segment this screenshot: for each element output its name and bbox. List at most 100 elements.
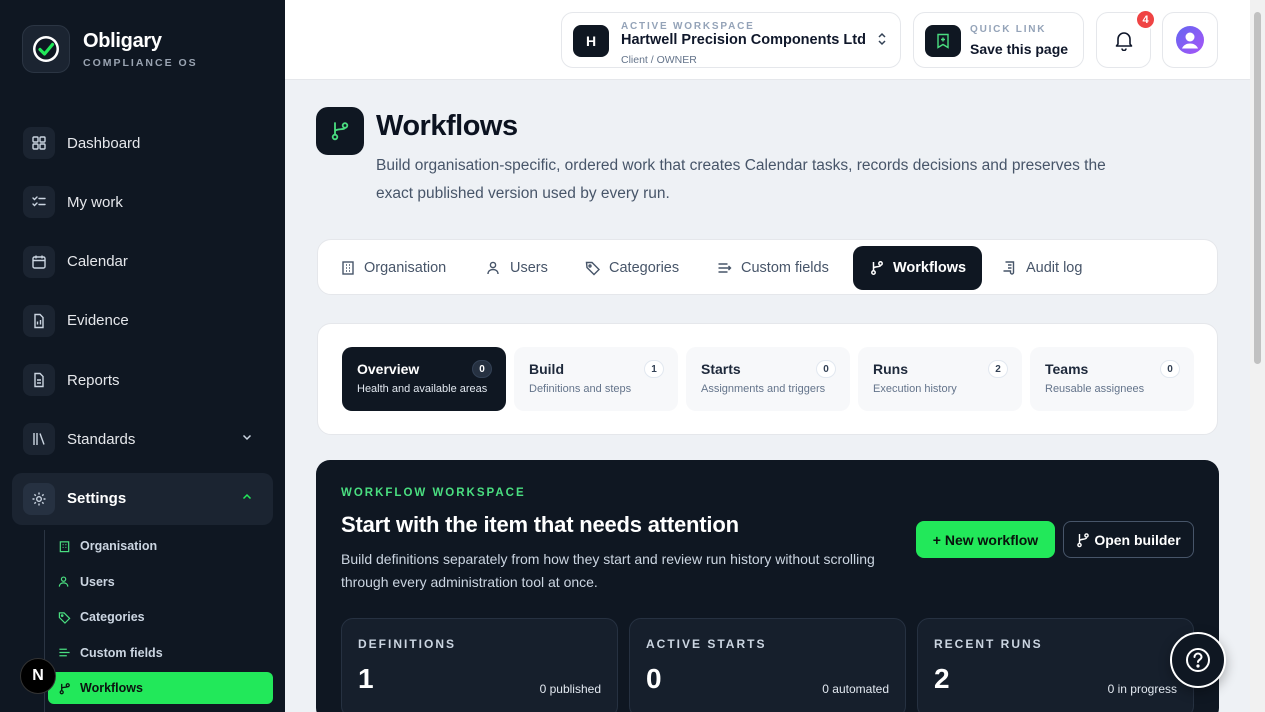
brand[interactable]: Obligary COMPLIANCE OS [22, 25, 198, 73]
workspace-switcher[interactable]: H ACTIVE WORKSPACE Hartwell Precision Co… [561, 12, 901, 68]
tab-label: Users [510, 260, 548, 276]
sidebar-item-reports[interactable]: Reports [12, 354, 273, 406]
section-title: Runs [873, 361, 908, 377]
brand-name: Obligary [83, 29, 162, 52]
chevron-updown-icon [876, 31, 888, 47]
quick-link-save[interactable]: QUICK LINK Save this page [913, 12, 1084, 68]
notifications-button[interactable]: 4 [1096, 9, 1156, 68]
sidebar-item-my-work[interactable]: My work [12, 176, 273, 228]
subnav-item-label: Custom fields [80, 645, 163, 660]
settings-subnav: Organisation Users Categories Custom fie… [48, 530, 273, 708]
stat-definitions: DEFINITIONS 1 0 published [341, 618, 618, 712]
section-title: Overview [357, 361, 420, 377]
sidebar-nav: Dashboard My work Calendar Evidence Repo… [12, 117, 273, 532]
sidebar-item-settings[interactable]: Settings [12, 472, 273, 525]
tab-organisation[interactable]: Organisation [324, 246, 462, 290]
sidebar-item-calendar[interactable]: Calendar [12, 236, 273, 288]
sidebar-item-label: Reports [67, 371, 120, 389]
open-builder-label: Open builder [1094, 531, 1181, 548]
tab-custom-fields[interactable]: Custom fields [701, 246, 845, 290]
tab-label: Audit log [1026, 260, 1083, 276]
section-count-badge: 1 [644, 360, 664, 378]
subnav-item-workflows[interactable]: Workflows [48, 672, 273, 705]
file-icon [23, 304, 55, 337]
logo-check-icon [22, 25, 70, 73]
quick-link-text: Save this page [970, 41, 1069, 57]
section-count-badge: 2 [988, 360, 1008, 378]
subnav-item-organisation[interactable]: Organisation [48, 530, 273, 562]
list-icon [58, 646, 74, 659]
workflow-workspace-panel: WORKFLOW WORKSPACE Start with the item t… [316, 460, 1219, 712]
checklist-icon [23, 186, 55, 219]
subnav-item-custom-fields[interactable]: Custom fields [48, 637, 273, 669]
building-icon [58, 540, 74, 553]
section-count-badge: 0 [472, 360, 492, 378]
stat-value: 1 [358, 663, 374, 694]
section-count-badge: 0 [1160, 360, 1180, 378]
tag-icon [58, 611, 74, 624]
subnav-item-label: Users [80, 574, 115, 589]
workflow-icon [58, 682, 74, 695]
section-subtitle: Definitions and steps [529, 383, 632, 395]
dev-tools-badge[interactable]: N [20, 658, 56, 694]
subnav-item-users[interactable]: Users [48, 566, 273, 598]
tab-label: Custom fields [741, 260, 829, 276]
stat-label: RECENT RUNS [934, 637, 1043, 651]
sidebar: Obligary COMPLIANCE OS Dashboard My work… [0, 0, 285, 712]
section-subtitle: Assignments and triggers [701, 383, 826, 395]
section-runs[interactable]: Runs Execution history 2 [858, 347, 1022, 411]
stat-active-starts: ACTIVE STARTS 0 0 automated [629, 618, 906, 712]
tab-label: Categories [609, 260, 680, 276]
tab-audit-log[interactable]: Audit log [986, 246, 1098, 290]
section-starts[interactable]: Starts Assignments and triggers 0 [686, 347, 850, 411]
workflow-icon [1076, 532, 1094, 548]
subnav-item-label: Categories [80, 610, 145, 625]
stat-recent-runs: RECENT RUNS 2 0 in progress [917, 618, 1194, 712]
workflow-icon [869, 260, 885, 276]
sidebar-item-label: Dashboard [67, 134, 141, 152]
tag-icon [585, 260, 601, 276]
sidebar-item-dashboard[interactable]: Dashboard [12, 117, 273, 169]
scroll-icon [1002, 260, 1018, 276]
tab-categories[interactable]: Categories [569, 246, 695, 290]
section-overview[interactable]: Overview Health and available areas 0 [342, 347, 506, 411]
section-subtitle: Health and available areas [357, 383, 488, 395]
bell-icon [1113, 29, 1135, 51]
tab-users[interactable]: Users [470, 246, 564, 290]
building-icon [340, 260, 356, 276]
sidebar-item-standards[interactable]: Standards [12, 413, 273, 465]
tab-label: Workflows [893, 260, 967, 276]
new-workflow-button[interactable]: + New workflow [916, 521, 1055, 558]
chevron-down-icon [241, 431, 253, 443]
tab-label: Organisation [364, 260, 447, 276]
user-menu-button[interactable] [1162, 12, 1218, 68]
help-button[interactable] [1170, 632, 1226, 688]
brand-subtitle: COMPLIANCE OS [83, 56, 198, 69]
gear-icon [23, 482, 55, 515]
open-builder-button[interactable]: Open builder [1063, 521, 1194, 558]
section-teams[interactable]: Teams Reusable assignees 0 [1030, 347, 1194, 411]
stat-value: 2 [934, 663, 950, 694]
tab-workflows[interactable]: Workflows [853, 246, 983, 290]
quick-link-label: QUICK LINK [970, 24, 1047, 35]
settings-tabs: Organisation Users Categories Custom fie… [317, 239, 1218, 295]
sidebar-item-label: My work [67, 193, 123, 211]
subnav-item-categories[interactable]: Categories [48, 601, 273, 633]
page-scrollbar[interactable] [1250, 0, 1265, 712]
sidebar-item-label: Settings [67, 490, 127, 508]
section-title: Teams [1045, 361, 1089, 377]
section-build[interactable]: Build Definitions and steps 1 [514, 347, 678, 411]
workflow-sections: Overview Health and available areas 0 Bu… [317, 323, 1218, 435]
section-title: Starts [701, 361, 741, 377]
grid-icon [23, 127, 55, 159]
sidebar-item-evidence[interactable]: Evidence [12, 295, 273, 347]
notification-count-badge: 4 [1135, 9, 1156, 30]
page-title: Workflows [376, 110, 518, 142]
stat-subtext: 0 automated [822, 682, 889, 696]
subnav-item-label: Workflows [80, 681, 143, 696]
sidebar-item-label: Evidence [67, 312, 129, 330]
scrollbar-thumb[interactable] [1254, 12, 1261, 364]
section-title: Build [529, 361, 564, 377]
stat-subtext: 0 in progress [1107, 682, 1177, 696]
page-description: Build organisation-specific, ordered wor… [376, 157, 1106, 202]
